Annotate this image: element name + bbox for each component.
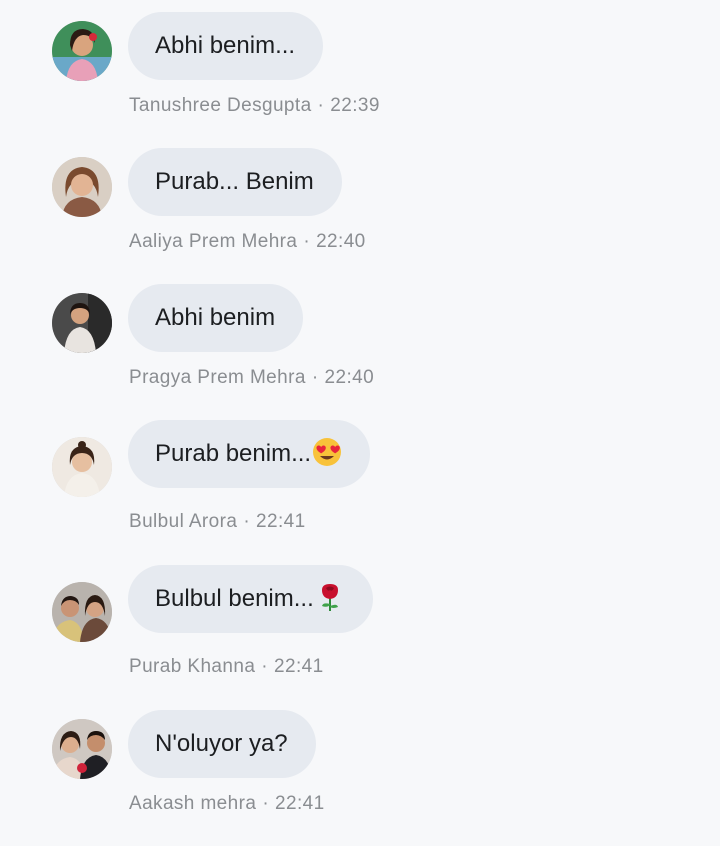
timestamp[interactable]: 22:40 <box>325 367 375 388</box>
avatar-photo-icon <box>52 437 112 497</box>
timestamp[interactable]: 22:41 <box>274 656 324 677</box>
meta-separator: · <box>311 367 319 388</box>
meta-separator: · <box>303 231 311 252</box>
avatar[interactable] <box>52 582 112 642</box>
message-row: Purab... Benim Aaliya Prem Mehra · 22:40 <box>0 148 720 284</box>
author-name[interactable]: Purab Khanna <box>129 656 255 677</box>
avatar-photo-icon <box>52 157 112 217</box>
message-meta: Aaliya Prem Mehra · 22:40 <box>129 231 366 253</box>
message-meta: Aakash mehra · 22:41 <box>129 793 325 815</box>
meta-separator: · <box>261 656 269 677</box>
message-meta: Purab Khanna · 22:41 <box>129 656 324 678</box>
message-bubble[interactable]: Bulbul benim... <box>128 565 373 633</box>
message-bubble[interactable]: N'oluyor ya? <box>128 710 316 778</box>
comment-thread: Abhi benim... Tanushree Desgupta · 22:39 P… <box>0 0 720 834</box>
message-bubble[interactable]: Abhi benim... <box>128 12 324 80</box>
rose-emoji-icon <box>321 583 338 611</box>
timestamp[interactable]: 22:40 <box>316 231 366 252</box>
message-text: Bulbul benim... <box>155 585 314 612</box>
message-row: N'oluyor ya? Aakash mehra · 22:41 <box>0 710 720 846</box>
avatar-photo-icon <box>52 582 112 642</box>
avatar[interactable] <box>52 21 112 81</box>
meta-separator: · <box>243 511 251 532</box>
message-text: Abhi benim <box>155 304 276 331</box>
timestamp[interactable]: 22:41 <box>275 793 325 814</box>
message-meta: Bulbul Arora · 22:41 <box>129 511 306 533</box>
message-row: Abhi benim Pragya Prem Mehra · 22:40 <box>0 284 720 420</box>
author-name[interactable]: Aakash mehra <box>129 793 256 814</box>
message-meta: Pragya Prem Mehra · 22:40 <box>129 367 374 389</box>
message-meta: Tanushree Desgupta · 22:39 <box>129 95 380 117</box>
avatar[interactable] <box>52 719 112 779</box>
timestamp[interactable]: 22:41 <box>256 511 306 532</box>
avatar[interactable] <box>52 157 112 217</box>
timestamp[interactable]: 22:39 <box>330 95 380 116</box>
avatar[interactable] <box>52 437 112 497</box>
message-bubble[interactable]: Abhi benim <box>128 284 304 352</box>
author-name[interactable]: Bulbul Arora <box>129 511 237 532</box>
message-bubble[interactable]: Purab benim... <box>128 420 371 488</box>
meta-separator: · <box>317 95 325 116</box>
message-row: Bulbul benim... Purab Khanna · 22:41 <box>0 565 720 701</box>
author-name[interactable]: Pragya Prem Mehra <box>129 367 306 388</box>
heart-eyes-emoji-icon <box>313 437 342 466</box>
message-text: Abhi benim... <box>155 32 296 59</box>
author-name[interactable]: Tanushree Desgupta <box>129 95 312 116</box>
avatar[interactable] <box>52 293 112 353</box>
avatar-photo-icon <box>52 293 112 353</box>
message-row: Purab benim... Bulbul Arora · 22:41 <box>0 420 720 556</box>
message-text: Purab... Benim <box>155 168 314 195</box>
avatar-photo-icon <box>52 719 112 779</box>
meta-separator: · <box>262 793 270 814</box>
author-name[interactable]: Aaliya Prem Mehra <box>129 231 297 252</box>
message-text: N'oluyor ya? <box>155 730 288 757</box>
avatar-photo-icon <box>52 21 112 81</box>
message-row: Abhi benim... Tanushree Desgupta · 22:39 <box>0 12 720 148</box>
message-bubble[interactable]: Purab... Benim <box>128 148 342 216</box>
message-text: Purab benim... <box>155 440 312 467</box>
